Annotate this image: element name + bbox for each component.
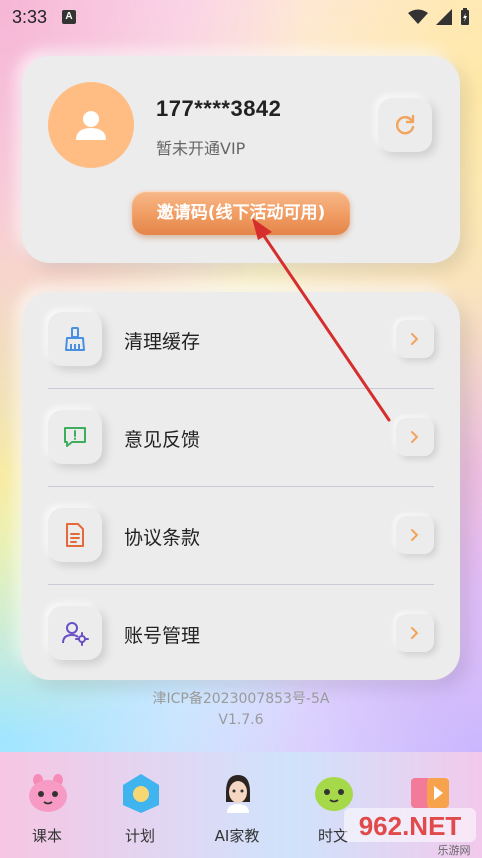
- icp-license[interactable]: 津ICP备2023007853号-5A: [0, 688, 482, 708]
- watermark-text: 962.NET: [359, 811, 462, 841]
- site-watermark: 962.NET 乐游网: [344, 806, 480, 857]
- status-icons: [408, 8, 470, 26]
- menu-label-terms: 协议条款: [124, 527, 201, 549]
- phone-number: 177****3842: [156, 96, 282, 121]
- document-icon: [48, 508, 102, 562]
- nav-label-ai-tutor: AI家教: [214, 827, 260, 845]
- user-settings-icon: [48, 606, 102, 660]
- notification-app-icon: A: [62, 10, 76, 24]
- avatar[interactable]: [48, 82, 134, 168]
- menu-item-account[interactable]: 账号管理: [22, 586, 460, 683]
- settings-menu-card: 清理缓存 意见反馈 协议条款 账号管理: [22, 292, 460, 680]
- nav-label-plan: 计划: [124, 827, 155, 845]
- app-version: V1.7.6: [218, 712, 264, 728]
- chevron-right-icon[interactable]: [396, 614, 434, 652]
- menu-label-feedback: 意见反馈: [124, 429, 201, 451]
- divider: [48, 584, 434, 585]
- status-bar: 3:33 A: [0, 0, 482, 34]
- chevron-right-icon[interactable]: [396, 516, 434, 554]
- signal-icon: [436, 9, 452, 25]
- wifi-icon: [408, 9, 428, 24]
- nav-label-textbook: 课本: [31, 827, 62, 845]
- menu-label-account: 账号管理: [124, 625, 201, 647]
- refresh-icon: [396, 114, 415, 135]
- menu-label-clear-cache: 清理缓存: [124, 331, 201, 353]
- feedback-icon: [48, 410, 102, 464]
- chevron-right-icon[interactable]: [396, 320, 434, 358]
- menu-item-terms[interactable]: 协议条款: [22, 488, 460, 585]
- user-icon: [76, 111, 106, 140]
- nav-item-ai-tutor[interactable]: AI家教: [202, 768, 272, 848]
- ai-tutor-avatar-icon: [226, 775, 250, 813]
- battery-icon: [461, 8, 469, 25]
- status-time: 3:33: [12, 7, 48, 27]
- vip-status: 暂未开通VIP: [156, 139, 246, 158]
- invite-code-button[interactable]: 邀请码(线下活动可用): [132, 191, 350, 235]
- nav-item-textbook[interactable]: 课本: [12, 768, 82, 848]
- chevron-right-icon[interactable]: [396, 418, 434, 456]
- divider: [48, 388, 434, 389]
- profile-card: 177****3842 暂未开通VIP 邀请码(线下活动可用): [22, 56, 460, 263]
- plan-icon: [123, 774, 159, 813]
- nav-item-plan[interactable]: 计划: [105, 768, 175, 848]
- broom-icon: [48, 312, 102, 366]
- menu-item-clear-cache[interactable]: 清理缓存: [22, 292, 460, 389]
- divider: [48, 486, 434, 487]
- watermark-logo: 962.NET 乐游网: [344, 808, 476, 857]
- pink-mascot-icon: [29, 774, 67, 812]
- watermark-subtext: 乐游网: [438, 844, 471, 856]
- menu-item-feedback[interactable]: 意见反馈: [22, 390, 460, 487]
- refresh-button[interactable]: [378, 98, 432, 152]
